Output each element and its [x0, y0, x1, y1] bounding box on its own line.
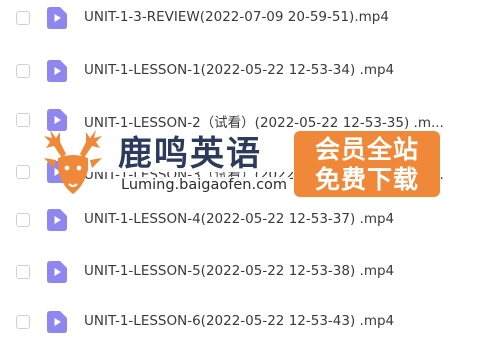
- file-name[interactable]: UNIT-1-LESSON-5(2022-05-22 12-53-38) .mp…: [84, 263, 394, 279]
- row-checkbox[interactable]: [16, 11, 30, 25]
- file-name[interactable]: UNIT-1-LESSON-1(2022-05-22 12-53-34) .mp…: [84, 62, 394, 78]
- badge-line-2: 免费下载: [314, 165, 419, 194]
- file-row[interactable]: UNIT-1-LESSON-1(2022-05-22 12-53-34) .mp…: [0, 55, 480, 89]
- file-name[interactable]: UNIT-1-LESSON-6(2022-05-22 12-53-43) .mp…: [84, 313, 394, 329]
- watermark-banner: 鹿鸣英语 Luming.baigaofen.com 会员全站 免费下载: [36, 128, 440, 210]
- file-name[interactable]: UNIT-1-3-REVIEW(2022-07-09 20-59-51).mp4: [84, 9, 389, 25]
- row-checkbox[interactable]: [16, 165, 30, 179]
- video-file-icon: [47, 60, 67, 82]
- deer-logo-icon: [44, 130, 102, 194]
- file-row[interactable]: UNIT-1-3-REVIEW(2022-07-09 20-59-51).mp4: [0, 2, 480, 36]
- file-row[interactable]: UNIT-1-LESSON-6(2022-05-22 12-53-43) .mp…: [0, 306, 480, 340]
- row-checkbox[interactable]: [16, 315, 30, 329]
- video-file-icon: [47, 209, 67, 231]
- row-checkbox[interactable]: [16, 265, 30, 279]
- row-checkbox[interactable]: [16, 213, 30, 227]
- video-file-icon: [47, 261, 67, 283]
- file-name[interactable]: UNIT-1-LESSON-4(2022-05-22 12-53-37) .mp…: [84, 211, 394, 227]
- video-file-icon: [47, 311, 67, 333]
- video-file-icon: [47, 7, 67, 29]
- badge-line-1: 会员全站: [314, 135, 419, 164]
- watermark-url: Luming.baigaofen.com: [118, 177, 291, 193]
- watermark-title: 鹿鸣英语: [118, 134, 262, 174]
- file-row[interactable]: UNIT-1-LESSON-5(2022-05-22 12-53-38) .mp…: [0, 256, 480, 290]
- row-checkbox[interactable]: [16, 113, 30, 127]
- row-checkbox[interactable]: [16, 64, 30, 78]
- watermark-badge: 会员全站 免费下载: [294, 131, 440, 197]
